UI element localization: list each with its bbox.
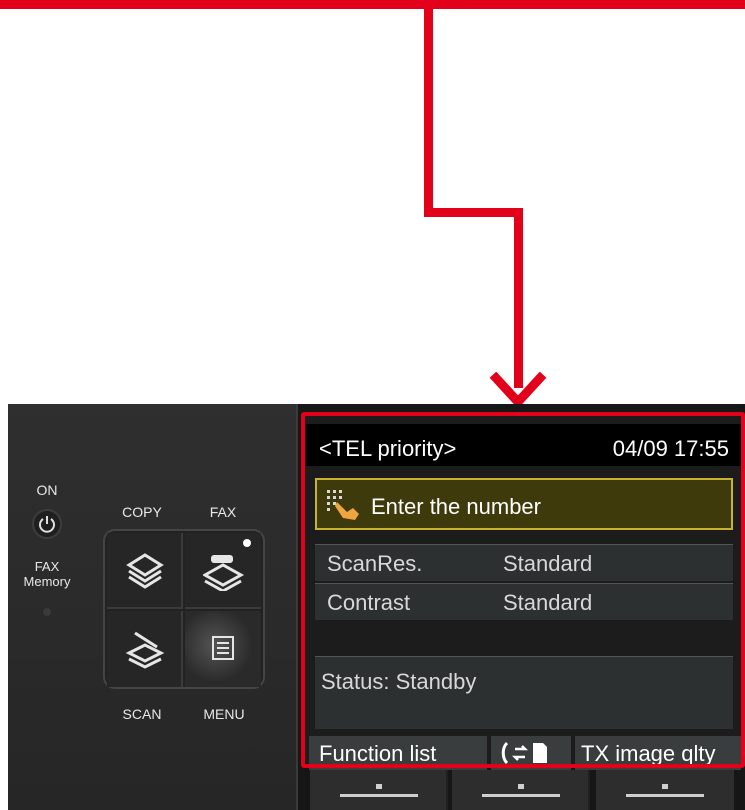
button-area: ON FAX Memory COPY FAX SCAN MENU [8, 404, 298, 810]
menu-label: MENU [203, 706, 245, 722]
fax-button[interactable] [185, 533, 261, 609]
mode-button-pad [103, 529, 265, 689]
tx-image-quality-button[interactable]: TX image qlty [575, 736, 741, 770]
printer-control-panel: ON FAX Memory COPY FAX SCAN MENU <TEL pr… [8, 404, 745, 810]
fax-memory-led [43, 608, 51, 616]
scan-icon [125, 631, 165, 669]
soft-key-left[interactable] [310, 770, 448, 810]
enter-number-field[interactable]: Enter the number [315, 478, 733, 530]
callout-top-line [0, 0, 745, 9]
hook-toggle-button[interactable] [491, 736, 571, 770]
setting-value: Standard [503, 551, 593, 576]
on-label: ON [36, 482, 58, 498]
soft-key-right[interactable] [596, 770, 734, 810]
fax-memory-label: FAX Memory [23, 559, 71, 589]
tx-image-quality-label: TX image qlty [581, 741, 716, 766]
scan-button[interactable] [107, 611, 183, 687]
date-time: 04/09 17:55 [612, 436, 729, 461]
soft-key-line [482, 794, 560, 797]
soft-key-dot [376, 784, 382, 789]
soft-key-line [340, 794, 418, 797]
menu-button[interactable] [185, 611, 261, 687]
soft-key-line [626, 794, 704, 797]
setting-value: Standard [503, 590, 593, 615]
copy-icon [126, 553, 164, 589]
setting-name: ScanRes. [327, 551, 423, 576]
callout-vertical-1 [424, 0, 433, 215]
function-list-button[interactable]: Function list [309, 736, 487, 770]
setting-row-contrast[interactable]: Contrast Standard [315, 583, 733, 620]
callout-vertical-2 [514, 208, 523, 388]
status-area: Status: Standby [315, 656, 733, 729]
setting-row-scanres[interactable]: ScanRes. Standard [315, 544, 733, 581]
copy-button[interactable] [107, 533, 183, 609]
fax-label: FAX [209, 504, 237, 520]
lcd-header: <TEL priority> 04/09 17:55 [305, 424, 743, 466]
setting-name: Contrast [327, 590, 411, 615]
callout-horizontal [424, 208, 523, 217]
enter-number-text: Enter the number [371, 494, 541, 519]
function-list-label: Function list [319, 741, 437, 766]
menu-icon [212, 636, 234, 660]
status-text: Status: Standby [321, 669, 477, 694]
fax-icon [203, 555, 245, 591]
power-button[interactable] [32, 509, 62, 539]
copy-label: COPY [122, 504, 162, 520]
scan-label: SCAN [122, 706, 162, 722]
soft-key-dot [518, 784, 524, 789]
hook-document-icon [501, 741, 547, 765]
screen-title: <TEL priority> [319, 436, 457, 461]
lcd-screen: <TEL priority> 04/09 17:55 Enter the num… [305, 414, 743, 770]
keypad-touch-icon [327, 490, 359, 520]
soft-key-dot [662, 784, 668, 789]
soft-key-center[interactable] [452, 770, 590, 810]
fax-indicator-led [243, 539, 251, 547]
power-icon [39, 516, 55, 533]
